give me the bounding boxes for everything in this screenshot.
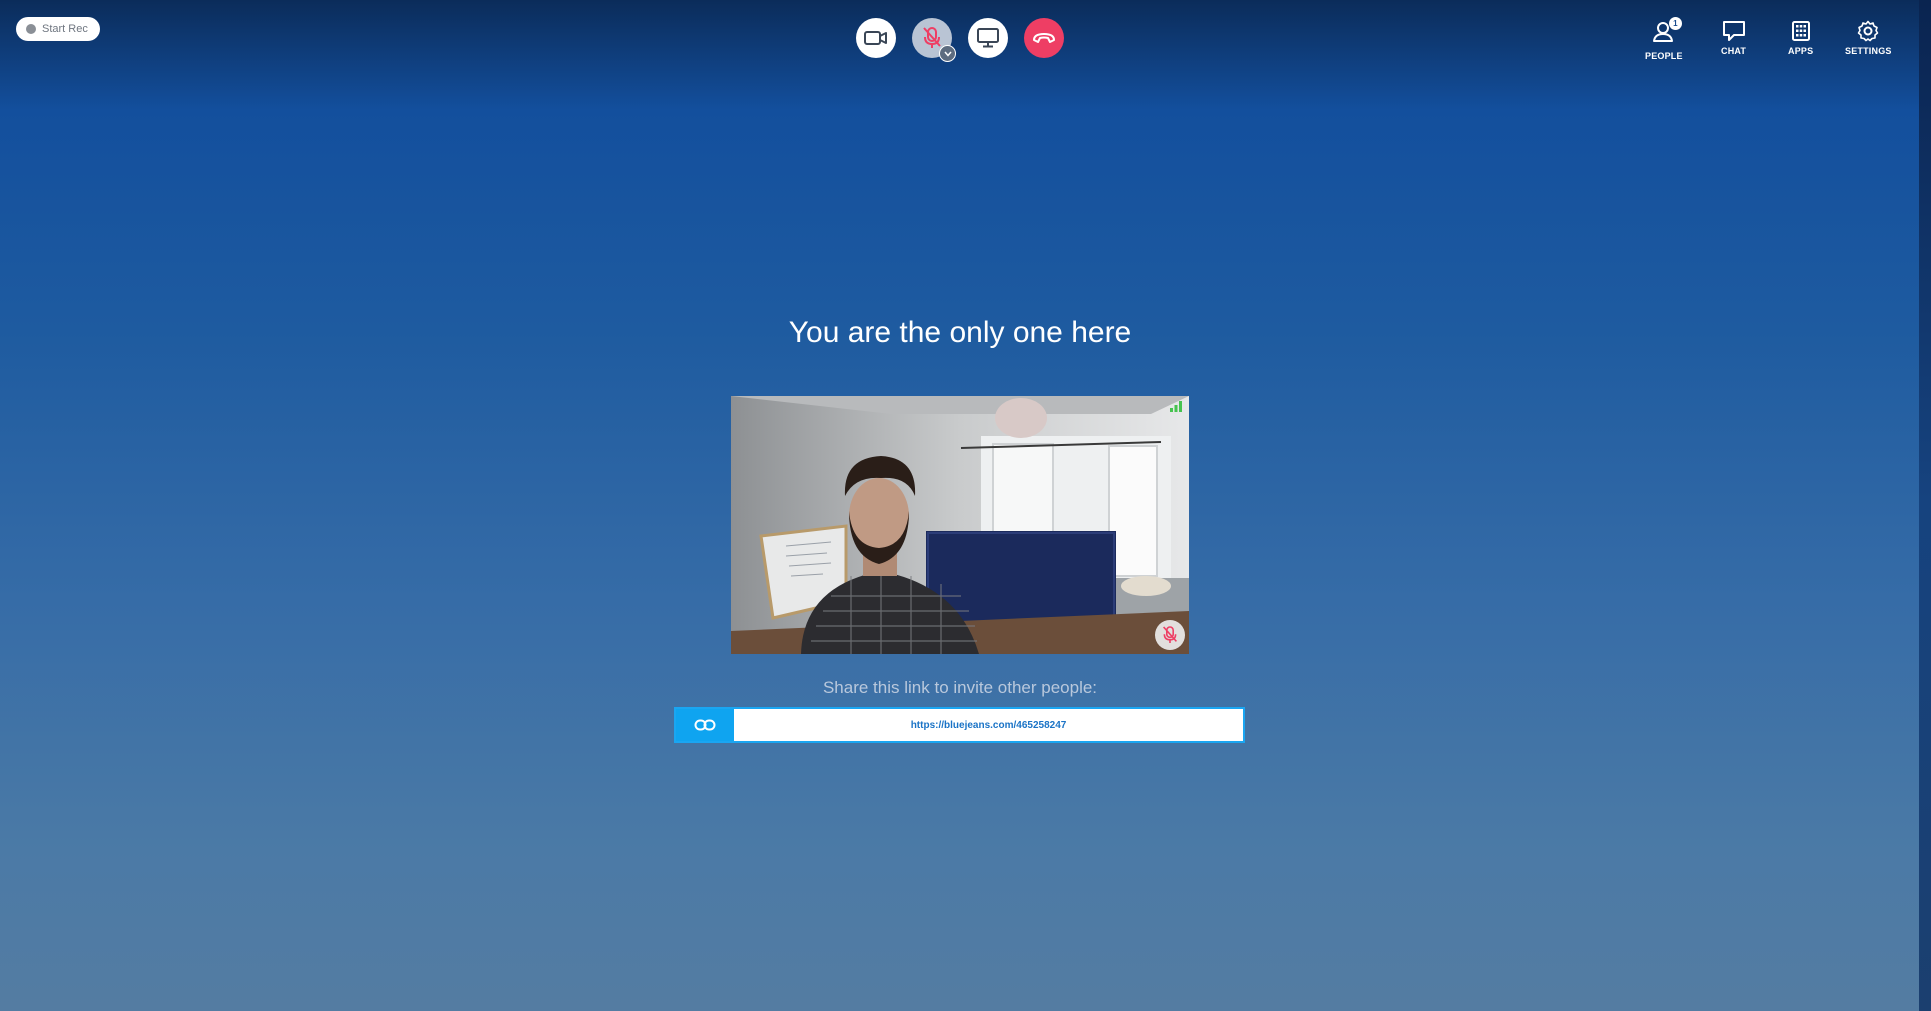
settings-label: SETTINGS <box>1845 46 1892 56</box>
apps-grid-icon <box>1791 21 1810 41</box>
start-recording-label: Start Rec <box>42 23 88 35</box>
camera-feed-image <box>731 396 1189 654</box>
chat-label: CHAT <box>1721 46 1747 56</box>
record-dot-icon <box>26 24 36 34</box>
hang-up-button[interactable] <box>1024 18 1064 58</box>
chevron-down-icon <box>943 51 952 57</box>
apps-button[interactable]: APPS <box>1788 20 1813 56</box>
chat-bubble-icon <box>1722 21 1745 41</box>
link-icon <box>694 719 716 731</box>
meeting-screen: Start Rec 1 PEOPLE CHAT APPS SETTINGS Yo… <box>0 0 1931 1011</box>
page-title: You are the only one here <box>788 316 1132 349</box>
hang-up-icon <box>1033 33 1055 43</box>
people-label: PEOPLE <box>1645 51 1683 61</box>
start-recording-button[interactable]: Start Rec <box>16 17 100 41</box>
self-muted-indicator <box>1155 620 1185 650</box>
share-link-prompt: Share this link to invite other people: <box>822 678 1098 697</box>
gear-icon <box>1857 20 1879 42</box>
people-count-badge: 1 <box>1668 17 1682 30</box>
camera-toggle-button[interactable] <box>856 18 896 58</box>
people-icon-wrap: 1 <box>1652 17 1682 47</box>
window-edge <box>1919 0 1931 1011</box>
apps-label: APPS <box>1788 46 1814 56</box>
microphone-toggle-button[interactable] <box>912 18 956 62</box>
self-video-tile <box>731 396 1189 654</box>
people-button[interactable]: 1 PEOPLE <box>1645 17 1683 61</box>
audio-options-dropdown[interactable] <box>939 45 956 62</box>
signal-strength-icon <box>1170 401 1182 412</box>
screen-share-icon <box>977 28 999 48</box>
video-camera-icon <box>864 31 887 45</box>
copy-link-button[interactable] <box>676 709 734 741</box>
microphone-muted-icon <box>1163 626 1177 643</box>
microphone-muted-icon <box>923 27 941 48</box>
invite-link-box[interactable]: https://bluejeans.com/465258247 <box>674 707 1245 743</box>
invite-url-text[interactable]: https://bluejeans.com/465258247 <box>734 709 1243 741</box>
screen-share-button[interactable] <box>968 18 1008 58</box>
settings-button[interactable]: SETTINGS <box>1845 20 1892 56</box>
chat-button[interactable]: CHAT <box>1721 20 1746 56</box>
